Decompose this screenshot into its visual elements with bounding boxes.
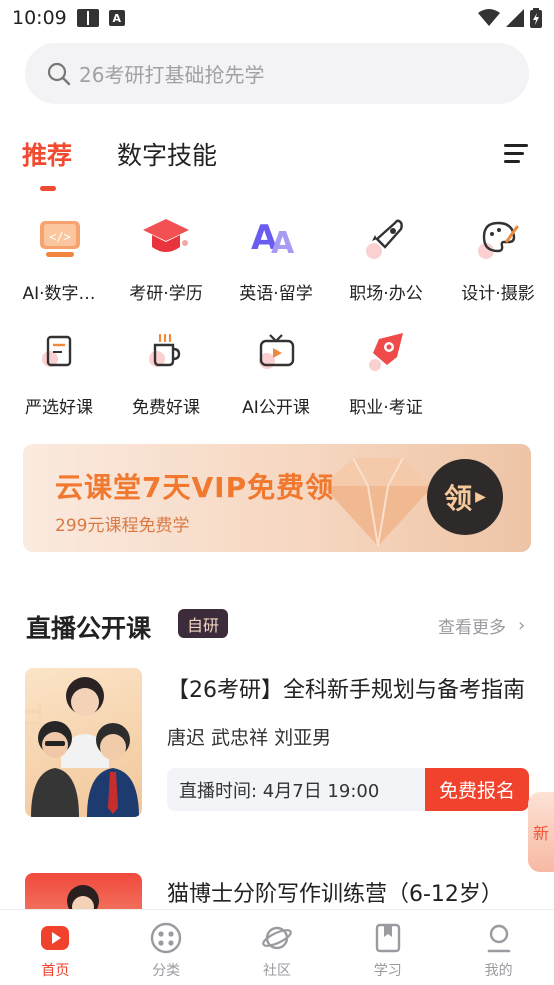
category-label: AI·数字… — [22, 284, 96, 304]
course-thumbnail[interactable] — [25, 873, 142, 913]
category-label: 职业·考证 — [349, 398, 423, 418]
vip-banner[interactable]: 云课堂7天VIP免费领 299元课程免费学 领 ▶ — [23, 444, 531, 552]
category-certificate[interactable]: 职业·考证 — [331, 325, 441, 421]
user-icon — [487, 924, 510, 953]
nav-label: 学习 — [373, 963, 402, 979]
category-label: AI公开课 — [242, 398, 310, 418]
status-notifications: A — [76, 9, 125, 27]
category-workplace[interactable]: 职场·办公 — [331, 211, 441, 307]
category-free[interactable]: 免费好课 — [111, 325, 221, 421]
rocket-icon — [366, 219, 403, 259]
category-label: 设计·摄影 — [461, 284, 535, 304]
section-badge: 自研 — [178, 609, 229, 638]
nav-category[interactable]: 分类 — [111, 910, 222, 985]
menu-icon[interactable] — [504, 144, 528, 164]
bookmark-book-icon — [375, 923, 400, 953]
claim-button-label: 领 — [444, 482, 473, 515]
nav-label: 分类 — [152, 963, 181, 979]
category-ai-open[interactable]: AI公开课 — [221, 325, 331, 421]
graduation-cap-icon — [143, 219, 189, 252]
tv-play-icon — [259, 334, 295, 369]
nav-label: 社区 — [262, 963, 291, 979]
certificate-icon — [369, 333, 403, 371]
claim-button[interactable]: 领 ▶ — [427, 459, 503, 535]
top-tabs: 推荐 数字技能 — [22, 136, 532, 196]
category-curated[interactable]: 严选好课 — [4, 325, 114, 421]
nav-community[interactable]: 社区 — [222, 910, 333, 985]
tab-recommend[interactable]: 推荐 — [22, 136, 72, 172]
book-notification-icon — [76, 9, 99, 27]
nav-profile[interactable]: 我的 — [443, 910, 554, 985]
teacher-photo — [67, 885, 99, 913]
float-new-label: 新 — [532, 824, 549, 843]
category-design[interactable]: 设计·摄影 — [443, 211, 553, 307]
palette-icon — [478, 221, 519, 259]
code-screen-icon: </> — [40, 221, 80, 257]
wifi-icon — [478, 9, 500, 26]
banner-subtitle: 299元课程免费学 — [55, 516, 190, 536]
book-icon — [42, 335, 72, 367]
category-label: 英语·留学 — [239, 284, 313, 304]
banner-title: 云课堂7天VIP免费领 — [55, 471, 335, 504]
category-ai-digital[interactable]: </> AI·数字… — [4, 211, 114, 307]
signal-icon — [506, 9, 524, 27]
nav-home[interactable]: 首页 — [0, 910, 111, 985]
category-kaoyan[interactable]: 考研·学历 — [111, 211, 221, 307]
section-title: 直播公开课 — [26, 614, 152, 643]
svg-text:</>: </> — [49, 230, 71, 244]
nav-label: 我的 — [484, 963, 513, 979]
category-grid-icon — [150, 922, 182, 954]
see-more-link[interactable]: 查看更多 — [438, 613, 506, 638]
register-label: 免费报名 — [438, 780, 515, 802]
category-label: 考研·学历 — [129, 284, 203, 304]
chevron-right-icon[interactable]: › — [518, 615, 525, 636]
battery-icon — [530, 8, 542, 28]
course-title[interactable]: 猫博士分阶写作训练营（6-12岁） — [167, 876, 527, 908]
floating-new-badge[interactable]: 新 — [528, 792, 554, 872]
status-time: 10:09 — [12, 7, 67, 29]
tab-digital-skills[interactable]: 数字技能 — [117, 136, 217, 172]
status-system-icons — [478, 8, 542, 28]
tab-active-indicator — [40, 186, 56, 191]
bottom-nav: 首页 分类 社区 学习 我的 — [0, 909, 554, 985]
search-placeholder: 26考研打基础抢先学 — [79, 63, 265, 87]
category-english[interactable]: A A 英语·留学 — [221, 211, 331, 307]
live-time: 直播时间: 4月7日 19:00 — [167, 768, 425, 811]
play-arrow-icon: ▶ — [475, 489, 486, 505]
search-bar[interactable]: 26考研打基础抢先学 — [25, 43, 529, 104]
category-label: 免费好课 — [132, 398, 200, 418]
course-teachers: 唐迟 武忠祥 刘亚男 — [167, 727, 332, 749]
category-label: 职场·办公 — [349, 284, 423, 304]
course-title[interactable]: 【26考研】全科新手规划与备考指南 — [167, 672, 527, 704]
coffee-cup-icon — [149, 333, 181, 367]
course-thumbnail[interactable]: TEA — [25, 668, 142, 817]
teachers-photo: TEA — [25, 677, 139, 817]
status-bar: 10:09 A — [0, 0, 554, 36]
svg-text:A: A — [271, 226, 295, 261]
search-icon — [47, 62, 71, 85]
planet-icon — [262, 926, 292, 950]
letters-aa-icon: A A — [251, 218, 295, 261]
home-play-icon — [41, 926, 70, 950]
a-notification-icon: A — [108, 10, 125, 26]
category-label: 严选好课 — [25, 398, 93, 418]
free-register-button[interactable]: 免费报名 — [425, 768, 529, 811]
nav-label: 首页 — [41, 963, 70, 979]
live-time-text: 直播时间: 4月7日 19:00 — [179, 780, 380, 802]
nav-study[interactable]: 学习 — [332, 910, 443, 985]
